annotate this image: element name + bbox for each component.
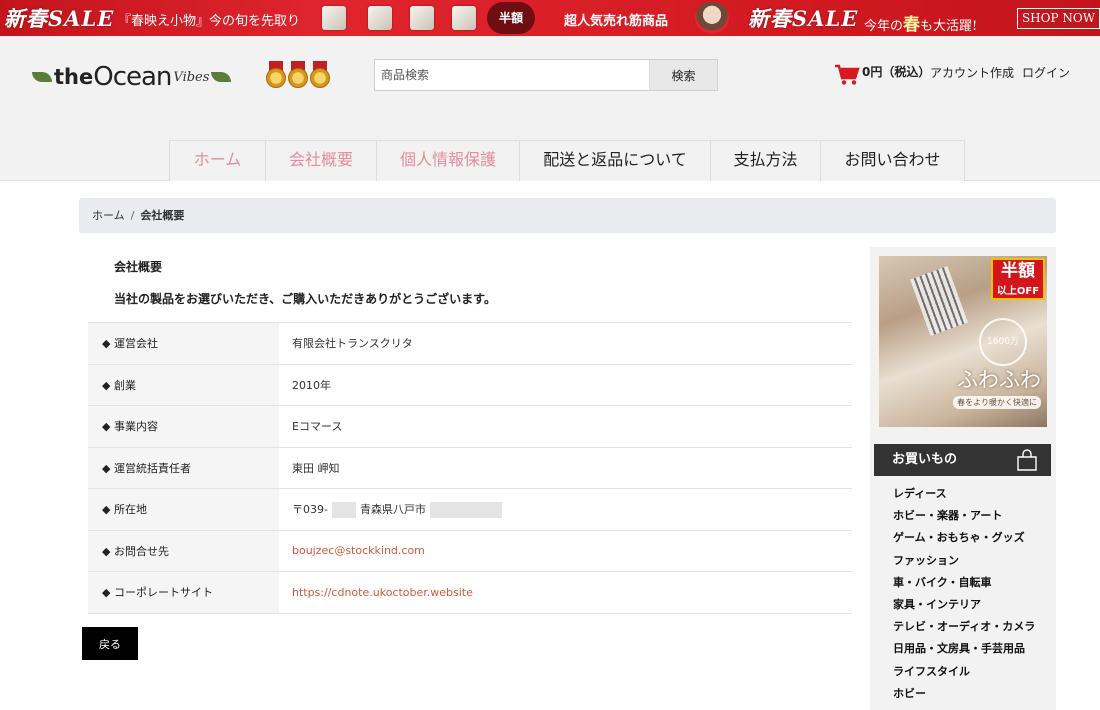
banner-half-price-badge: 半額 — [487, 2, 535, 34]
nav-home[interactable]: ホーム — [170, 140, 266, 181]
contact-email-link[interactable]: boujzec@stockkind.com — [292, 544, 425, 557]
banner-left-text: 『春映え小物』今の旬を先取り — [118, 14, 301, 29]
nav-company[interactable]: 会社概要 — [266, 140, 377, 181]
banner-product-image — [410, 6, 434, 30]
banner-sale-left: 新春SALE — [4, 6, 115, 31]
page-title: 会社概要 — [114, 260, 163, 274]
table-row: ◆ 運営会社 有限会社トランスクリタ — [88, 322, 852, 364]
category-item[interactable]: 家具・インテリア — [893, 594, 1035, 616]
company-info-table: ◆ 運営会社 有限会社トランスクリタ ◆ 創業 2010年 ◆ 事業内容 Eコマ… — [88, 322, 852, 614]
row-value: 東田 岬知 — [292, 461, 340, 475]
row-label: ◆ 運営統括責任者 — [88, 447, 279, 489]
category-list: レディース ホビー・楽器・アート ゲーム・おもちゃ・グッズ ファッション 車・バ… — [893, 483, 1035, 705]
leaf-icon — [211, 72, 232, 82]
banner-right-text: 今年の春も大活躍! — [864, 15, 978, 35]
row-label: ◆ 事業内容 — [88, 405, 279, 447]
nav-contact[interactable]: お問い合わせ — [821, 140, 965, 181]
row-label: ◆ 所在地 — [88, 488, 279, 530]
medal-icon — [288, 61, 308, 89]
nav-privacy[interactable]: 個人情報保護 — [377, 140, 520, 181]
banner-product-image — [322, 6, 346, 30]
breadcrumb: ホーム / 会社概要 — [79, 198, 1056, 233]
row-value: 〒039- 青森県八戸市 — [279, 489, 852, 531]
search-input[interactable] — [375, 60, 649, 90]
category-item[interactable]: テレビ・オーディオ・カメラ — [893, 616, 1035, 638]
nav-shipping-returns[interactable]: 配送と返品について — [520, 140, 711, 181]
search-button[interactable]: 検索 — [649, 60, 717, 90]
sidebar: 半額 以上OFF 1600万 ふわふわ 春をより暖かく快適に お買いもの レディ… — [870, 247, 1056, 710]
row-value: Eコマース — [292, 420, 343, 434]
table-row: ◆ 所在地 〒039- 青森県八戸市 — [88, 488, 852, 531]
category-item[interactable]: ファッション — [893, 550, 1035, 572]
medal-icon — [266, 61, 286, 89]
row-label: ◆ お問合せ先 — [88, 530, 279, 572]
breadcrumb-home[interactable]: ホーム — [92, 209, 125, 222]
table-row: ◆ お問合せ先 boujzec@stockkind.com — [88, 530, 852, 572]
medal-icon — [310, 61, 330, 89]
breadcrumb-current: 会社概要 — [140, 209, 185, 222]
intro-text: 当社の製品をお選びいただき、ご購入いただきありがとうございます。 — [114, 292, 496, 306]
table-row: ◆ 事業内容 Eコマース — [88, 405, 852, 447]
row-value: 有限会社トランスクリタ — [292, 337, 413, 351]
row-label: ◆ コーポレートサイト — [88, 571, 279, 613]
banner-middle-text: 超人気売れ筋商品 — [564, 14, 669, 29]
category-item[interactable]: ホビー・楽器・アート — [893, 505, 1035, 527]
redacted-block — [429, 501, 502, 518]
category-item[interactable]: ライフスタイル — [893, 661, 1035, 683]
row-label: ◆ 創業 — [88, 364, 279, 406]
banner-sale-right: 新春SALE — [748, 6, 859, 31]
account-create-link[interactable]: アカウント作成 — [930, 64, 1014, 81]
category-item[interactable]: 日用品・文房具・手芸用品 — [893, 638, 1035, 660]
sales-seal: 1600万 — [979, 318, 1027, 366]
table-row: ◆ 運営統括責任者 東田 岬知 — [88, 447, 852, 489]
shop-now-button[interactable]: SHOP NOW — [1017, 8, 1100, 29]
category-heading: お買いもの — [874, 444, 1051, 476]
row-value: 2010年 — [292, 378, 331, 392]
cart-amount: 0円（税込） — [862, 64, 931, 79]
promo-subtitle: 春をより暖かく快適に — [953, 396, 1041, 409]
row-label: ◆ 運営会社 — [88, 322, 279, 364]
half-price-badge: 半額 以上OFF — [991, 258, 1045, 300]
table-row: ◆ 創業 2010年 — [88, 364, 852, 406]
site-logo[interactable]: the Ocean Vibes — [30, 59, 233, 95]
redacted-block — [331, 501, 356, 518]
main-nav: ホーム 会社概要 個人情報保護 配送と返品について 支払方法 お問い合わせ — [169, 140, 965, 181]
promo-banner[interactable]: 新春SALE 『春映え小物』今の旬を先取り 半額 超人気売れ筋商品 新春SALE… — [0, 0, 1100, 36]
cart-link[interactable]: 0円（税込） — [834, 64, 930, 86]
shopping-bag-icon — [1017, 449, 1037, 471]
banner-model-image — [695, 2, 729, 34]
award-medals — [266, 61, 330, 89]
login-link[interactable]: ログイン — [1022, 64, 1070, 81]
nav-payment[interactable]: 支払方法 — [711, 140, 821, 181]
corporate-site-link[interactable]: https://cdnote.ukoctober.website — [292, 586, 473, 599]
search-bar: 検索 — [374, 59, 718, 91]
site-header: the Ocean Vibes 検索 0円（税込） アカウント作成 ログイン ホ… — [0, 36, 1100, 181]
sidebar-promo-banner[interactable]: 半額 以上OFF 1600万 ふわふわ 春をより暖かく快適に — [879, 256, 1047, 427]
leaf-icon — [32, 72, 52, 82]
category-item[interactable]: 車・バイク・自転車 — [893, 572, 1035, 594]
promo-title: ふわふわ — [957, 368, 1041, 392]
category-item[interactable]: レディース — [893, 483, 1035, 505]
back-button[interactable]: 戻る — [82, 627, 138, 660]
category-item[interactable]: ゲーム・おもちゃ・グッズ — [893, 527, 1035, 549]
cart-icon — [835, 64, 860, 85]
table-row: ◆ コーポレートサイト https://cdnote.ukoctober.web… — [88, 571, 852, 613]
banner-product-image — [452, 6, 476, 30]
category-item[interactable]: ホビー — [893, 683, 1035, 705]
banner-product-image — [368, 6, 392, 30]
